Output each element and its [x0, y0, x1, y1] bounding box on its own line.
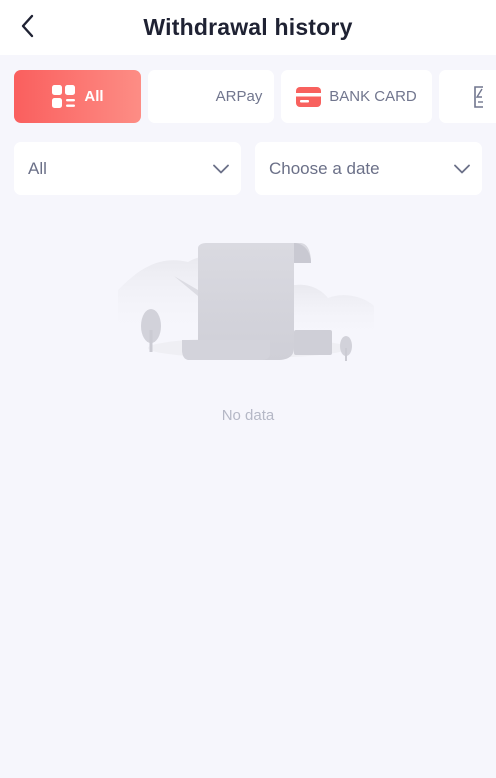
tab-more[interactable]	[439, 70, 496, 123]
date-select[interactable]: Choose a date	[255, 142, 482, 195]
empty-state-text: No data	[221, 407, 275, 424]
chevron-down-icon	[454, 164, 470, 173]
grid-list-icon	[52, 84, 76, 108]
back-button[interactable]	[14, 11, 42, 41]
empty-document-illustration	[118, 243, 374, 361]
type-select-value: All	[28, 158, 47, 178]
page-title: Withdrawal history	[143, 14, 353, 40]
wallet-icon	[474, 85, 483, 108]
tab-bank-card[interactable]: BANK CARD	[281, 70, 432, 123]
payment-method-tabs: All ARPay BANK CARD	[14, 70, 496, 123]
tab-arpay[interactable]: ARPay	[148, 70, 274, 123]
tab-bank-card-label: BANK CARD	[329, 88, 417, 105]
type-select[interactable]: All	[14, 142, 241, 195]
header-bar: Withdrawal history	[0, 0, 496, 55]
chevron-down-icon	[213, 164, 229, 173]
tab-all-label: All	[84, 88, 104, 105]
back-arrow-icon	[21, 14, 34, 38]
tab-all[interactable]: All	[14, 70, 141, 123]
bank-card-icon	[296, 86, 322, 107]
tab-arpay-label: ARPay	[215, 88, 263, 105]
empty-state: No data	[0, 230, 496, 424]
date-select-value: Choose a date	[269, 158, 380, 178]
